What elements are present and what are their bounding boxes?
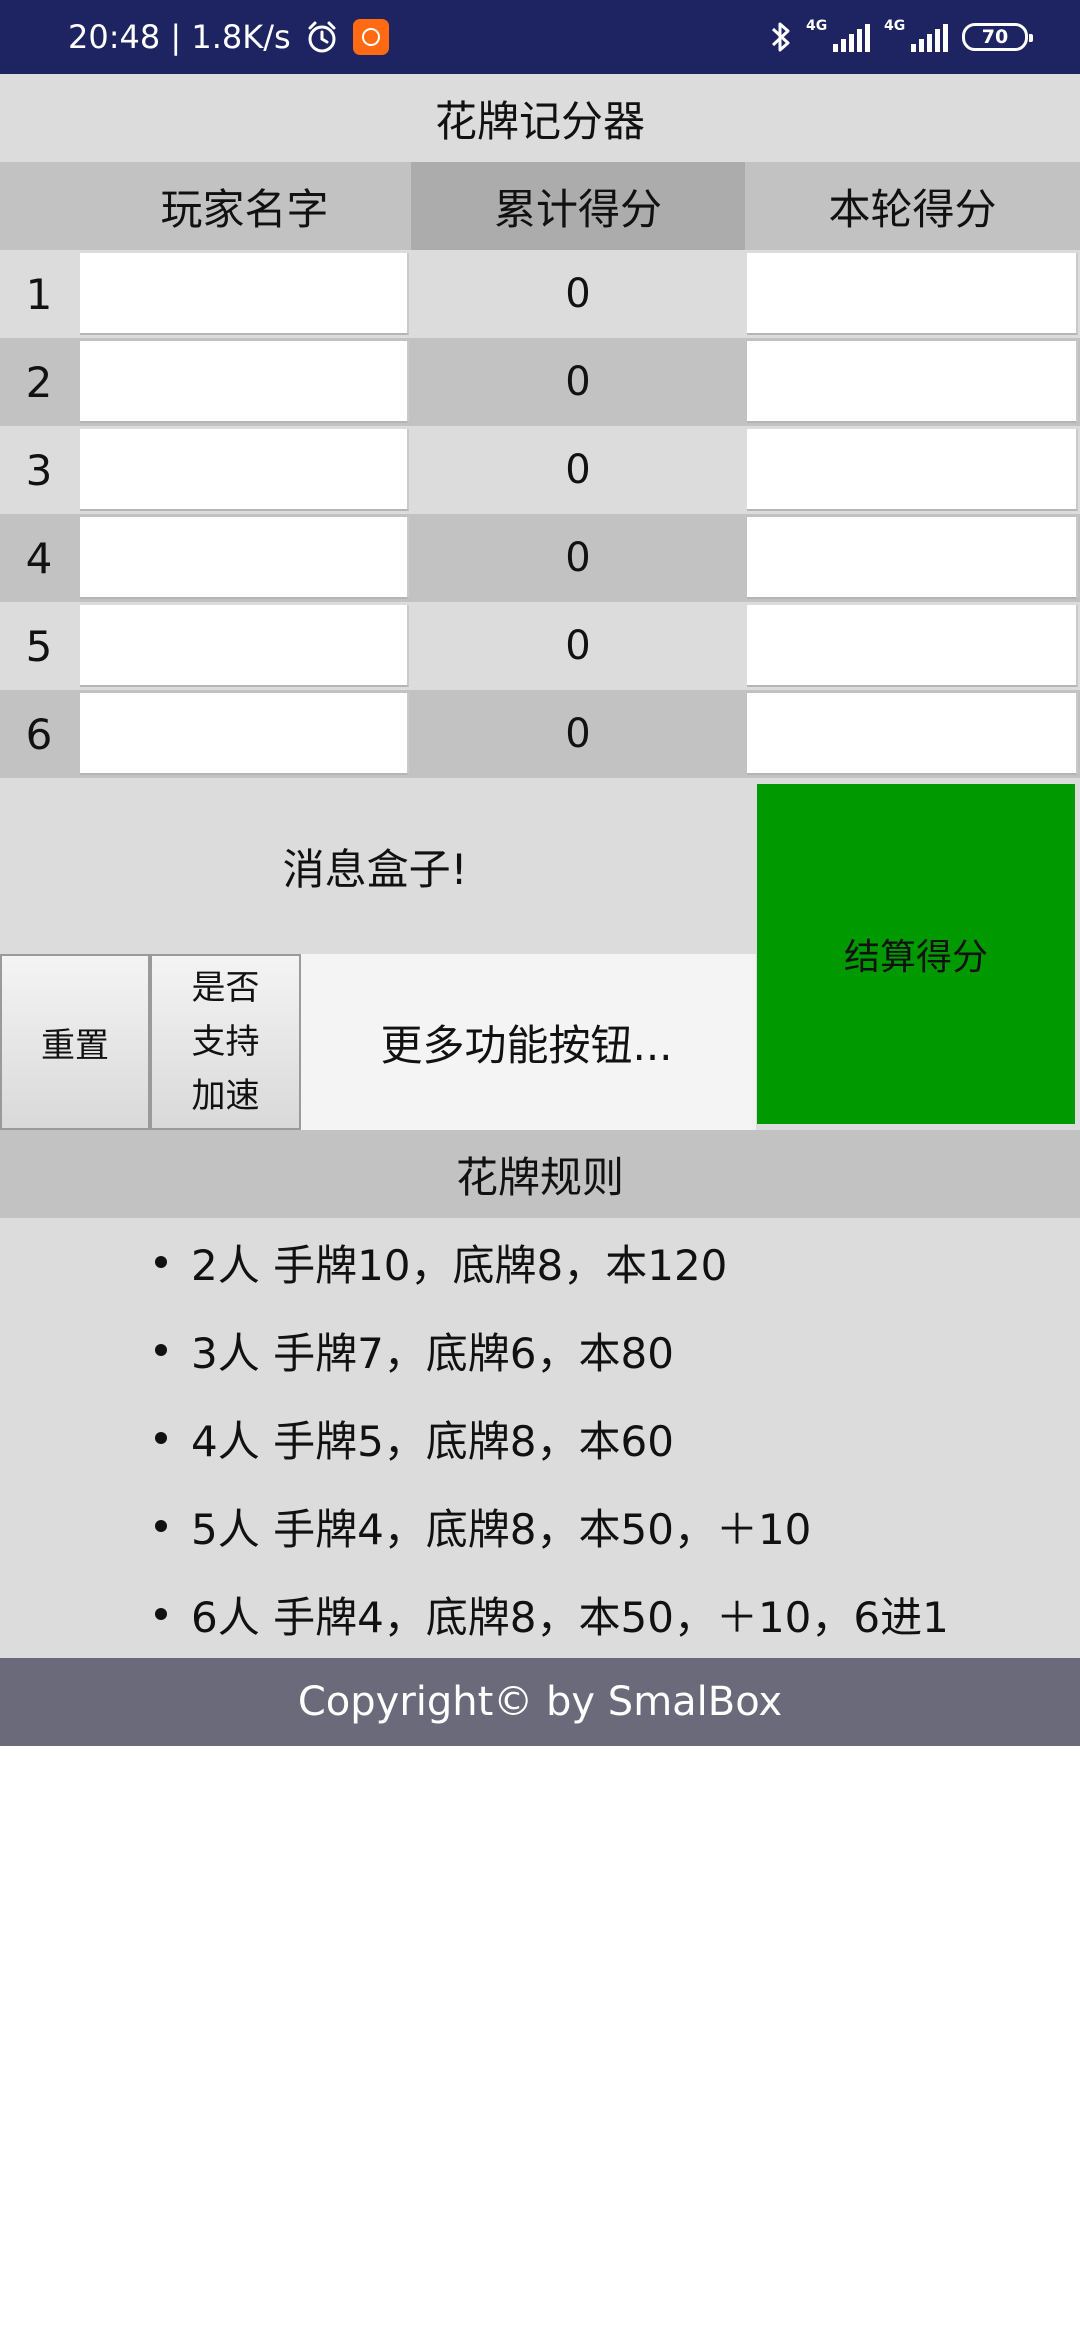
list-item: 6人 手牌4，底牌8，本50，＋10，6进1 [155,1570,949,1658]
player-name-input[interactable] [80,517,409,599]
total-score: 0 [565,535,591,581]
signal-icon-1: 4G [806,19,870,55]
player-name-input[interactable] [80,693,409,775]
header-total-score: 累计得分 [411,162,745,250]
round-score-input[interactable] [747,429,1078,511]
row-number: 4 [25,533,53,583]
signal-icon-2: 4G [884,19,948,55]
table-row: 2 0 [0,338,1080,426]
battery-icon: 70 [962,23,1033,51]
bullet-icon [155,1432,167,1444]
rule-text: 5人 手牌4，底牌8，本50，＋10 [191,1504,812,1554]
alarm-icon [308,21,336,53]
speed-toggle-button[interactable]: 是否 支持 加速 [150,954,301,1130]
row-number: 2 [25,357,53,407]
settle-score-button[interactable]: 结算得分 [757,784,1075,1124]
table-row: 5 0 [0,602,1080,690]
table-row: 1 0 [0,250,1080,338]
total-score: 0 [565,711,591,757]
round-score-input[interactable] [747,605,1078,687]
player-name-input[interactable] [80,429,409,511]
speed-label-line-3: 加速 [191,1076,260,1116]
rule-text: 3人 手牌7，底牌6，本80 [191,1328,674,1378]
header-player-name: 玩家名字 [78,162,411,250]
round-score-input[interactable] [747,341,1078,423]
player-name-input[interactable] [80,253,409,335]
row-number: 6 [25,709,53,759]
round-score-input[interactable] [747,253,1078,335]
total-score: 0 [565,623,591,669]
player-name-input[interactable] [80,341,409,423]
row-number: 1 [25,269,53,319]
rules-list-section: 2人 手牌10，底牌8，本120 3人 手牌7，底牌6，本80 4人 手牌5，底… [0,1218,1080,1658]
bluetooth-icon [771,22,790,52]
table-header: 玩家名字 累计得分 本轮得分 [0,162,1080,250]
rule-text: 4人 手牌5，底牌8，本60 [191,1416,674,1466]
speed-label-line-1: 是否 [191,968,260,1008]
bullet-icon [155,1520,167,1532]
total-score: 0 [565,447,591,493]
table-row: 6 0 [0,690,1080,778]
round-score-input[interactable] [747,517,1078,599]
bullet-icon [155,1608,167,1620]
bullet-icon [155,1344,167,1356]
status-bar: 20:48 | 1.8K/s 4G 4G 70 [0,0,1080,74]
row-number: 3 [25,445,53,495]
bullet-icon [155,1256,167,1268]
copyright-footer: Copyright© by SmalBox [0,1658,1080,1746]
header-round-score: 本轮得分 [745,162,1080,250]
rules-title: 花牌规则 [0,1130,1080,1218]
row-number: 5 [25,621,53,671]
speed-label-line-2: 支持 [191,1022,260,1062]
more-functions-button[interactable]: 更多功能按钮... [301,954,752,1130]
page-title: 花牌记分器 [0,74,1080,162]
table-row: 3 0 [0,426,1080,514]
total-score: 0 [565,359,591,405]
status-left: 20:48 | 1.8K/s [68,0,389,74]
list-item: 4人 手牌5，底牌8，本60 [155,1394,949,1482]
reset-button[interactable]: 重置 [0,954,150,1130]
list-item: 2人 手牌10，底牌8，本120 [155,1218,949,1306]
header-number-cell [0,162,78,250]
rules-list: 2人 手牌10，底牌8，本120 3人 手牌7，底牌6，本80 4人 手牌5，底… [155,1218,949,1658]
list-item: 3人 手牌7，底牌6，本80 [155,1306,949,1394]
status-time-speed: 20:48 | 1.8K/s [68,18,291,56]
battery-level: 70 [981,26,1009,48]
message-box: 消息盒子! [282,844,468,894]
list-item: 5人 手牌4，底牌8，本50，＋10 [155,1482,949,1570]
round-score-input[interactable] [747,693,1078,775]
table-row: 4 0 [0,514,1080,602]
rule-text: 6人 手牌4，底牌8，本50，＋10，6进1 [191,1592,949,1642]
rule-text: 2人 手牌10，底牌8，本120 [191,1240,728,1290]
app-notification-icon [352,19,389,55]
player-name-input[interactable] [80,605,409,687]
status-right: 4G 4G 70 [770,0,1033,74]
total-score: 0 [565,271,591,317]
